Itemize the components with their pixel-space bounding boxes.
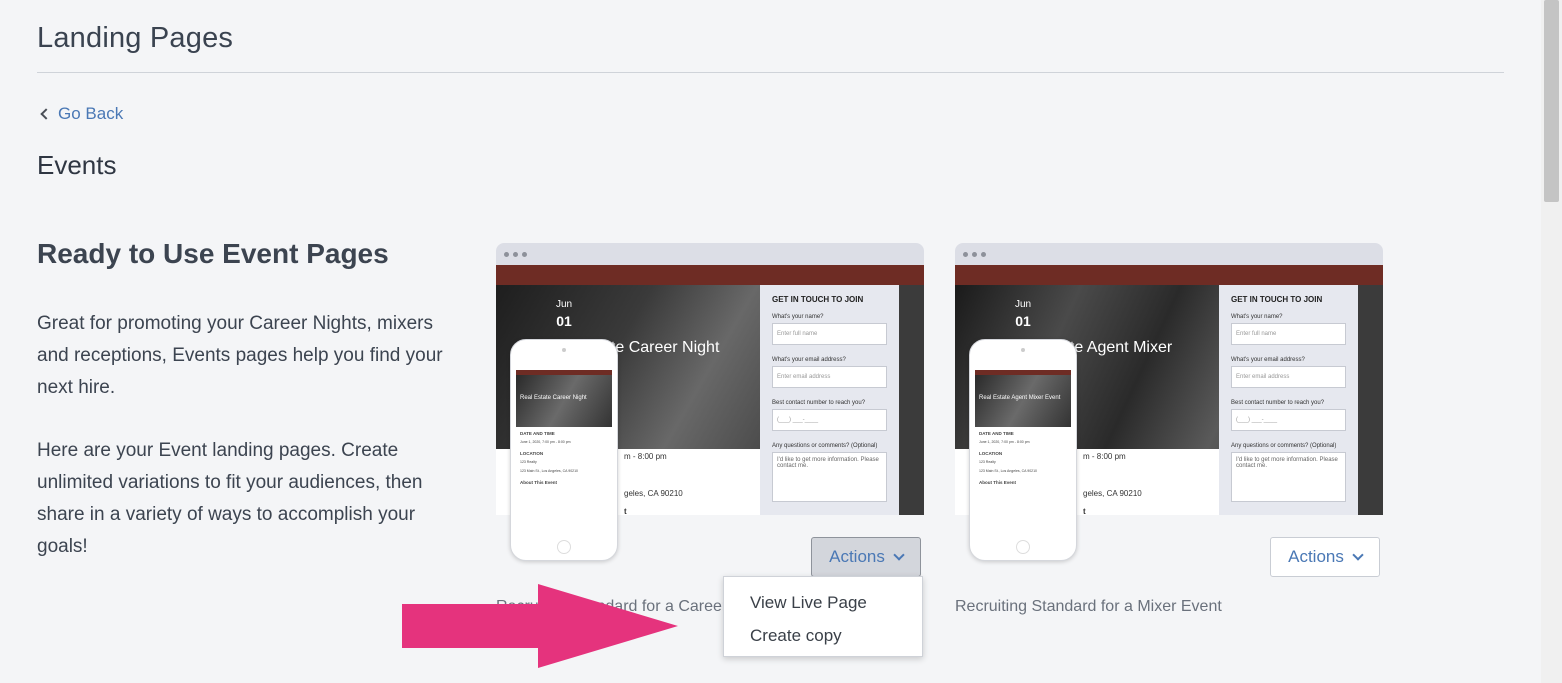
- chevron-left-icon: [40, 108, 52, 120]
- hero-edge: [899, 285, 924, 515]
- window-dot-icon: [513, 251, 518, 257]
- hero-month: Jun: [1015, 299, 1032, 310]
- form-heading: GET IN TOUCH TO JOIN: [1231, 295, 1323, 304]
- phone-field: (___) ___-____: [1231, 409, 1346, 431]
- phone-speaker: [562, 348, 566, 352]
- phone-text: DATE AND TIME: [520, 431, 555, 436]
- phone-text: 123 Main St., Los Angeles, CA 90210: [979, 469, 1037, 473]
- card-caption[interactable]: Recruiting Standard for a Mixer Event: [955, 598, 1222, 616]
- form-label: Any questions or comments? (Optional): [772, 443, 878, 449]
- form-label: Any questions or comments? (Optional): [1231, 443, 1337, 449]
- hero-day: 01: [1015, 313, 1031, 329]
- go-back-label: Go Back: [58, 104, 124, 123]
- hero-day: 01: [556, 313, 572, 329]
- phone-text: June 1, 2020, 7:00 pm - 8:00 pm: [520, 440, 571, 444]
- template-card-mixer: Jun 01 ate Agent Mixer m - 8:00 pm geles…: [955, 243, 1383, 615]
- intro-paragraph-1: Great for promoting your Career Nights, …: [37, 313, 443, 398]
- phone-text: LOCATION: [979, 451, 1003, 456]
- template-card-career-night: Jun 01 ate Career Night m - 8:00 pm gele…: [496, 243, 924, 615]
- form-label: Best contact number to reach you?: [1231, 400, 1325, 406]
- hero-month: Jun: [556, 299, 573, 310]
- phone-hero: Real Estate Agent Mixer Event: [975, 375, 1071, 427]
- phone-hero: Real Estate Career Night: [516, 375, 612, 427]
- window-dot-icon: [972, 251, 977, 257]
- signup-form-preview: GET IN TOUCH TO JOIN What's your name? E…: [1219, 285, 1358, 515]
- form-label: Best contact number to reach you?: [772, 400, 866, 406]
- vertical-scrollbar[interactable]: [1541, 0, 1562, 683]
- phone-text: 123 Realty: [520, 460, 537, 464]
- actions-label: Actions: [1288, 547, 1344, 566]
- comments-field: I'd like to get more information. Please…: [1231, 452, 1346, 502]
- phone-text: June 1, 2020, 7:00 pm - 8:00 pm: [979, 440, 1030, 444]
- hero-edge: [1358, 285, 1383, 515]
- form-label: What's your email address?: [772, 357, 846, 363]
- actions-button[interactable]: Actions: [1270, 537, 1380, 577]
- go-back-link[interactable]: Go Back: [40, 104, 124, 124]
- form-heading: GET IN TOUCH TO JOIN: [772, 295, 864, 304]
- phone-text: LOCATION: [520, 451, 544, 456]
- phone-home-button: [1016, 540, 1030, 554]
- menu-item-create-copy[interactable]: Create copy: [724, 625, 922, 658]
- phone-speaker: [1021, 348, 1025, 352]
- hero-title: ate Agent Mixer: [1061, 339, 1173, 356]
- menu-item-view-live-page[interactable]: View Live Page: [724, 592, 922, 625]
- phone-field: (___) ___-____: [772, 409, 887, 431]
- intro-paragraph-2: Here are your Event landing pages. Creat…: [37, 440, 423, 557]
- chevron-down-icon: [893, 548, 905, 561]
- phone-text: About This Event: [979, 480, 1016, 485]
- phone-text: 123 Realty: [979, 460, 996, 464]
- brand-strip: [955, 265, 1383, 285]
- brand-strip: [496, 265, 924, 285]
- window-dot-icon: [504, 251, 509, 257]
- email-field: Enter email address: [772, 366, 887, 388]
- comments-field: I'd like to get more information. Please…: [772, 452, 887, 502]
- name-field: Enter full name: [772, 323, 887, 345]
- form-label: What's your name?: [1231, 314, 1283, 320]
- chevron-down-icon: [1352, 548, 1364, 561]
- phone-text: DATE AND TIME: [979, 431, 1014, 436]
- event-time: m - 8:00 pm: [624, 452, 667, 461]
- phone-screen: Real Estate Agent Mixer Event DATE AND T…: [975, 370, 1071, 528]
- hero-date: Jun 01: [556, 299, 572, 329]
- intro-heading: Ready to Use Event Pages: [37, 238, 389, 269]
- highlight-arrow-icon: [402, 584, 678, 668]
- email-field: Enter email address: [1231, 366, 1346, 388]
- event-about-fragment: t: [1083, 507, 1086, 515]
- mobile-preview: Real Estate Career Night DATE AND TIME J…: [510, 339, 618, 561]
- event-about-fragment: t: [624, 507, 627, 515]
- mobile-preview: Real Estate Agent Mixer Event DATE AND T…: [969, 339, 1077, 561]
- event-address: geles, CA 90210: [1083, 489, 1142, 498]
- phone-home-button: [557, 540, 571, 554]
- section-title: Events: [37, 150, 117, 180]
- title-divider: [37, 72, 1504, 73]
- window-dot-icon: [981, 251, 986, 257]
- event-time: m - 8:00 pm: [1083, 452, 1126, 461]
- window-dot-icon: [963, 251, 968, 257]
- name-field: Enter full name: [1231, 323, 1346, 345]
- phone-screen: Real Estate Career Night DATE AND TIME J…: [516, 370, 612, 528]
- actions-button[interactable]: Actions: [811, 537, 921, 577]
- actions-label: Actions: [829, 547, 885, 566]
- form-label: What's your email address?: [1231, 357, 1305, 363]
- scrollbar-thumb[interactable]: [1544, 0, 1559, 202]
- form-label: What's your name?: [772, 314, 824, 320]
- signup-form-preview: GET IN TOUCH TO JOIN What's your name? E…: [760, 285, 899, 515]
- phone-text: About This Event: [520, 480, 557, 485]
- browser-bar: [955, 243, 1383, 265]
- phone-text: 123 Main St., Los Angeles, CA 90210: [520, 469, 578, 473]
- browser-bar: [496, 243, 924, 265]
- actions-dropdown-menu: View Live Page Create copy: [723, 576, 923, 657]
- window-dot-icon: [522, 251, 527, 257]
- hero-title: ate Career Night: [602, 339, 720, 356]
- hero-date: Jun 01: [1015, 299, 1031, 329]
- event-address: geles, CA 90210: [624, 489, 683, 498]
- page-title: Landing Pages: [37, 22, 234, 54]
